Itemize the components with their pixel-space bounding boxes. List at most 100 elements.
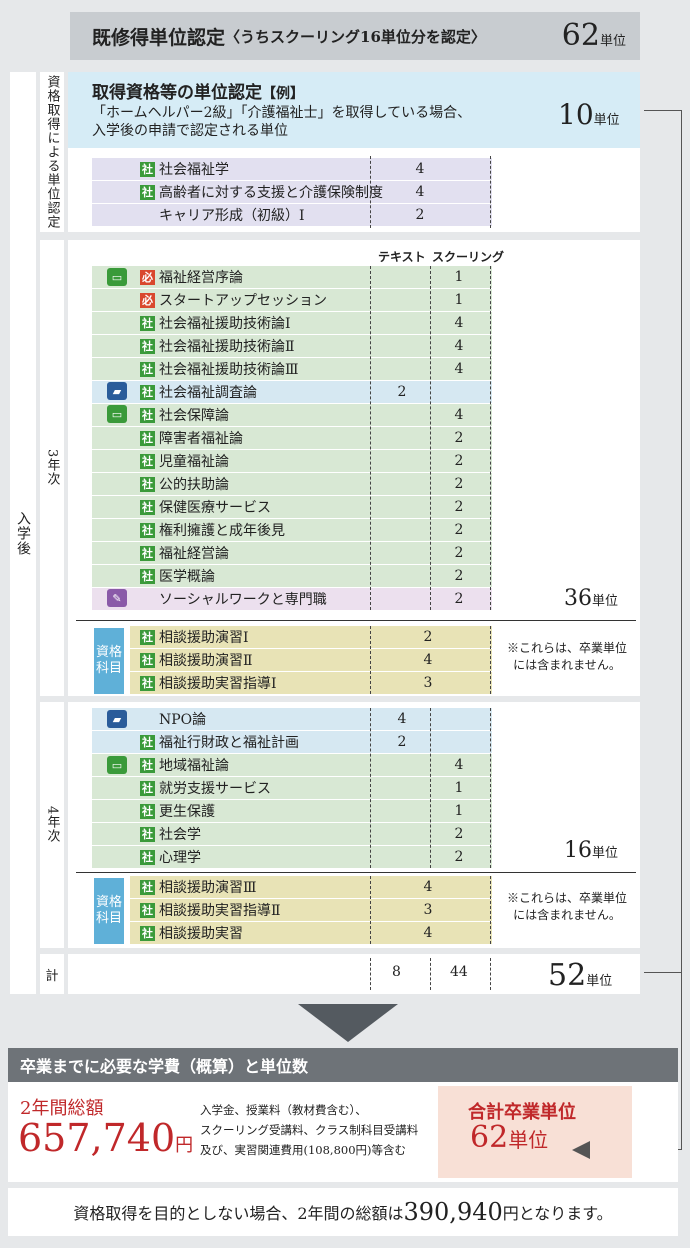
qual-row: 社相談援助実習指導Ⅰ 3 <box>130 672 492 694</box>
sum-divider <box>490 958 491 990</box>
social-tag-icon: 社 <box>140 476 155 492</box>
qual-row: 社相談援助演習Ⅰ 2 <box>130 626 492 648</box>
text-credit: 4 <box>397 711 407 727</box>
year4-qual-sep <box>76 872 636 873</box>
course-name: 社会福祉調査論 <box>159 385 257 401</box>
qual-row: 社相談援助演習Ⅲ 4 <box>130 876 492 898</box>
course-row: ソーシャルワークと専門職 2 <box>92 588 492 610</box>
pc-icon: ▭ <box>107 405 127 423</box>
social-tag-icon: 社 <box>140 568 155 584</box>
social-tag-icon: 社 <box>140 161 155 177</box>
text-credit: 2 <box>397 734 407 750</box>
social-tag-icon: 社 <box>140 757 155 773</box>
social-tag-icon: 社 <box>140 384 155 400</box>
schooling-credit: 2 <box>454 568 464 584</box>
schooling-credit: 2 <box>454 545 464 561</box>
year4-divider <box>370 708 371 868</box>
year4-qual-divider <box>490 876 491 944</box>
pc-icon: ▭ <box>107 756 127 774</box>
schooling-credit: 4 <box>454 315 464 331</box>
course-row: 社地域福祉論 4 <box>92 754 492 776</box>
course-row: 社社会福祉援助技術論Ⅲ 4 <box>92 358 492 380</box>
schooling-credit: 2 <box>454 476 464 492</box>
social-tag-icon: 社 <box>140 545 155 561</box>
credit: 3 <box>423 902 433 918</box>
year3-total: 36単位 <box>564 586 619 611</box>
course-row: 社社会保障論 4 <box>92 404 492 426</box>
social-tag-icon: 社 <box>140 407 155 423</box>
sum-schooling: 44 <box>450 964 468 980</box>
cert-desc-2: 入学後の申請で認定される単位 <box>92 123 288 139</box>
text-credit: 2 <box>397 384 407 400</box>
course-row: 社保健医療サービス 2 <box>92 496 492 518</box>
social-tag-icon: 社 <box>140 902 155 918</box>
year4-qual-badge: 資格科目 <box>94 878 124 944</box>
year3-note: ※これらは、卒業単位 には含まれません。 <box>506 641 627 673</box>
course-row: 社就労支援サービス 1 <box>92 777 492 799</box>
course-row: 社医学概論 2 <box>92 565 492 587</box>
grad-total: 62単位 <box>470 1120 549 1155</box>
required-tag-icon: 必 <box>140 269 155 285</box>
social-tag-icon: 社 <box>140 734 155 750</box>
year3-divider <box>430 266 431 610</box>
course-row: 社公的扶助論 2 <box>92 473 492 495</box>
credit: 4 <box>423 652 433 668</box>
fees-heading: 卒業までに必要な学費（概算）と単位数 <box>8 1048 678 1082</box>
social-tag-icon: 社 <box>140 879 155 895</box>
schooling-credit: 2 <box>454 522 464 538</box>
course-name: NPO論 <box>159 712 207 728</box>
qual-row: 社相談援助実習指導Ⅱ 3 <box>130 899 492 921</box>
schooling-credit: 2 <box>454 826 464 842</box>
down-arrow-icon <box>298 1004 398 1042</box>
social-tag-icon: 社 <box>140 453 155 469</box>
header-subtitle: 〈うちスクーリング16単位分を認定〉 <box>225 27 486 46</box>
bracket-line <box>644 972 682 973</box>
header-total: 62単位 <box>561 18 626 53</box>
year4-note: ※これらは、卒業単位 には含まれません。 <box>506 891 627 923</box>
course-row: 必スタートアップセッション 1 <box>92 289 492 311</box>
bracket-line <box>644 110 682 1150</box>
social-tag-icon: 社 <box>140 780 155 796</box>
schooling-credit: 2 <box>454 499 464 515</box>
social-tag-icon: 社 <box>140 675 155 691</box>
cert-title: 取得資格等の単位認定【例】 <box>92 83 304 103</box>
social-tag-icon: 社 <box>140 184 155 200</box>
header-bar: 既修得単位認定 〈うちスクーリング16単位分を認定〉 62単位 <box>70 12 640 60</box>
cert-divider <box>370 156 371 228</box>
sum-total: 52単位 <box>548 958 613 993</box>
cert-row: キャリア形成（初級）Ⅰ 2 <box>92 204 492 226</box>
social-tag-icon: 社 <box>140 629 155 645</box>
course-row: 社心理学 2 <box>92 846 492 868</box>
pen-icon: ✎ <box>107 589 127 607</box>
course-row: 社社会学 2 <box>92 823 492 845</box>
year3-qual-divider <box>370 626 371 694</box>
schooling-credit: 4 <box>454 338 464 354</box>
schooling-credit: 4 <box>454 757 464 773</box>
credit: 4 <box>423 925 433 941</box>
schooling-credit: 2 <box>454 849 464 865</box>
book-icon: ▰ <box>107 382 127 400</box>
course-row: 社社会福祉援助技術論Ⅱ 4 <box>92 335 492 357</box>
course-row: 社社会福祉援助技術論Ⅰ 4 <box>92 312 492 334</box>
pc-icon: ▭ <box>107 268 127 286</box>
cert-side-label: 資格取得による単位認定 <box>40 72 64 232</box>
schooling-credit: 4 <box>454 361 464 377</box>
year4-qual-divider <box>370 876 371 944</box>
social-tag-icon: 社 <box>140 849 155 865</box>
year3-label: 3年次 <box>40 240 64 696</box>
year4-total: 16単位 <box>564 838 619 863</box>
year4-label: 4年次 <box>40 702 64 948</box>
course-row: 社福祉経営論 2 <box>92 542 492 564</box>
course-row: NPO論 4 <box>92 708 492 730</box>
course-row: 社障害者福祉論 2 <box>92 427 492 449</box>
cert-desc-1: 「ホームヘルパー2級」「介護福祉士」を取得している場合、 <box>92 105 472 121</box>
social-tag-icon: 社 <box>140 803 155 819</box>
fees-amount: 657,740円 <box>18 1116 194 1160</box>
social-tag-icon: 社 <box>140 315 155 331</box>
course-row: 社児童福祉論 2 <box>92 450 492 472</box>
col-header-schooling: スクーリング <box>432 250 505 264</box>
left-arrow-icon <box>572 1141 590 1159</box>
schooling-credit: 1 <box>454 292 464 308</box>
schooling-credit: 1 <box>454 803 464 819</box>
col-header-text: テキスト <box>378 250 426 264</box>
